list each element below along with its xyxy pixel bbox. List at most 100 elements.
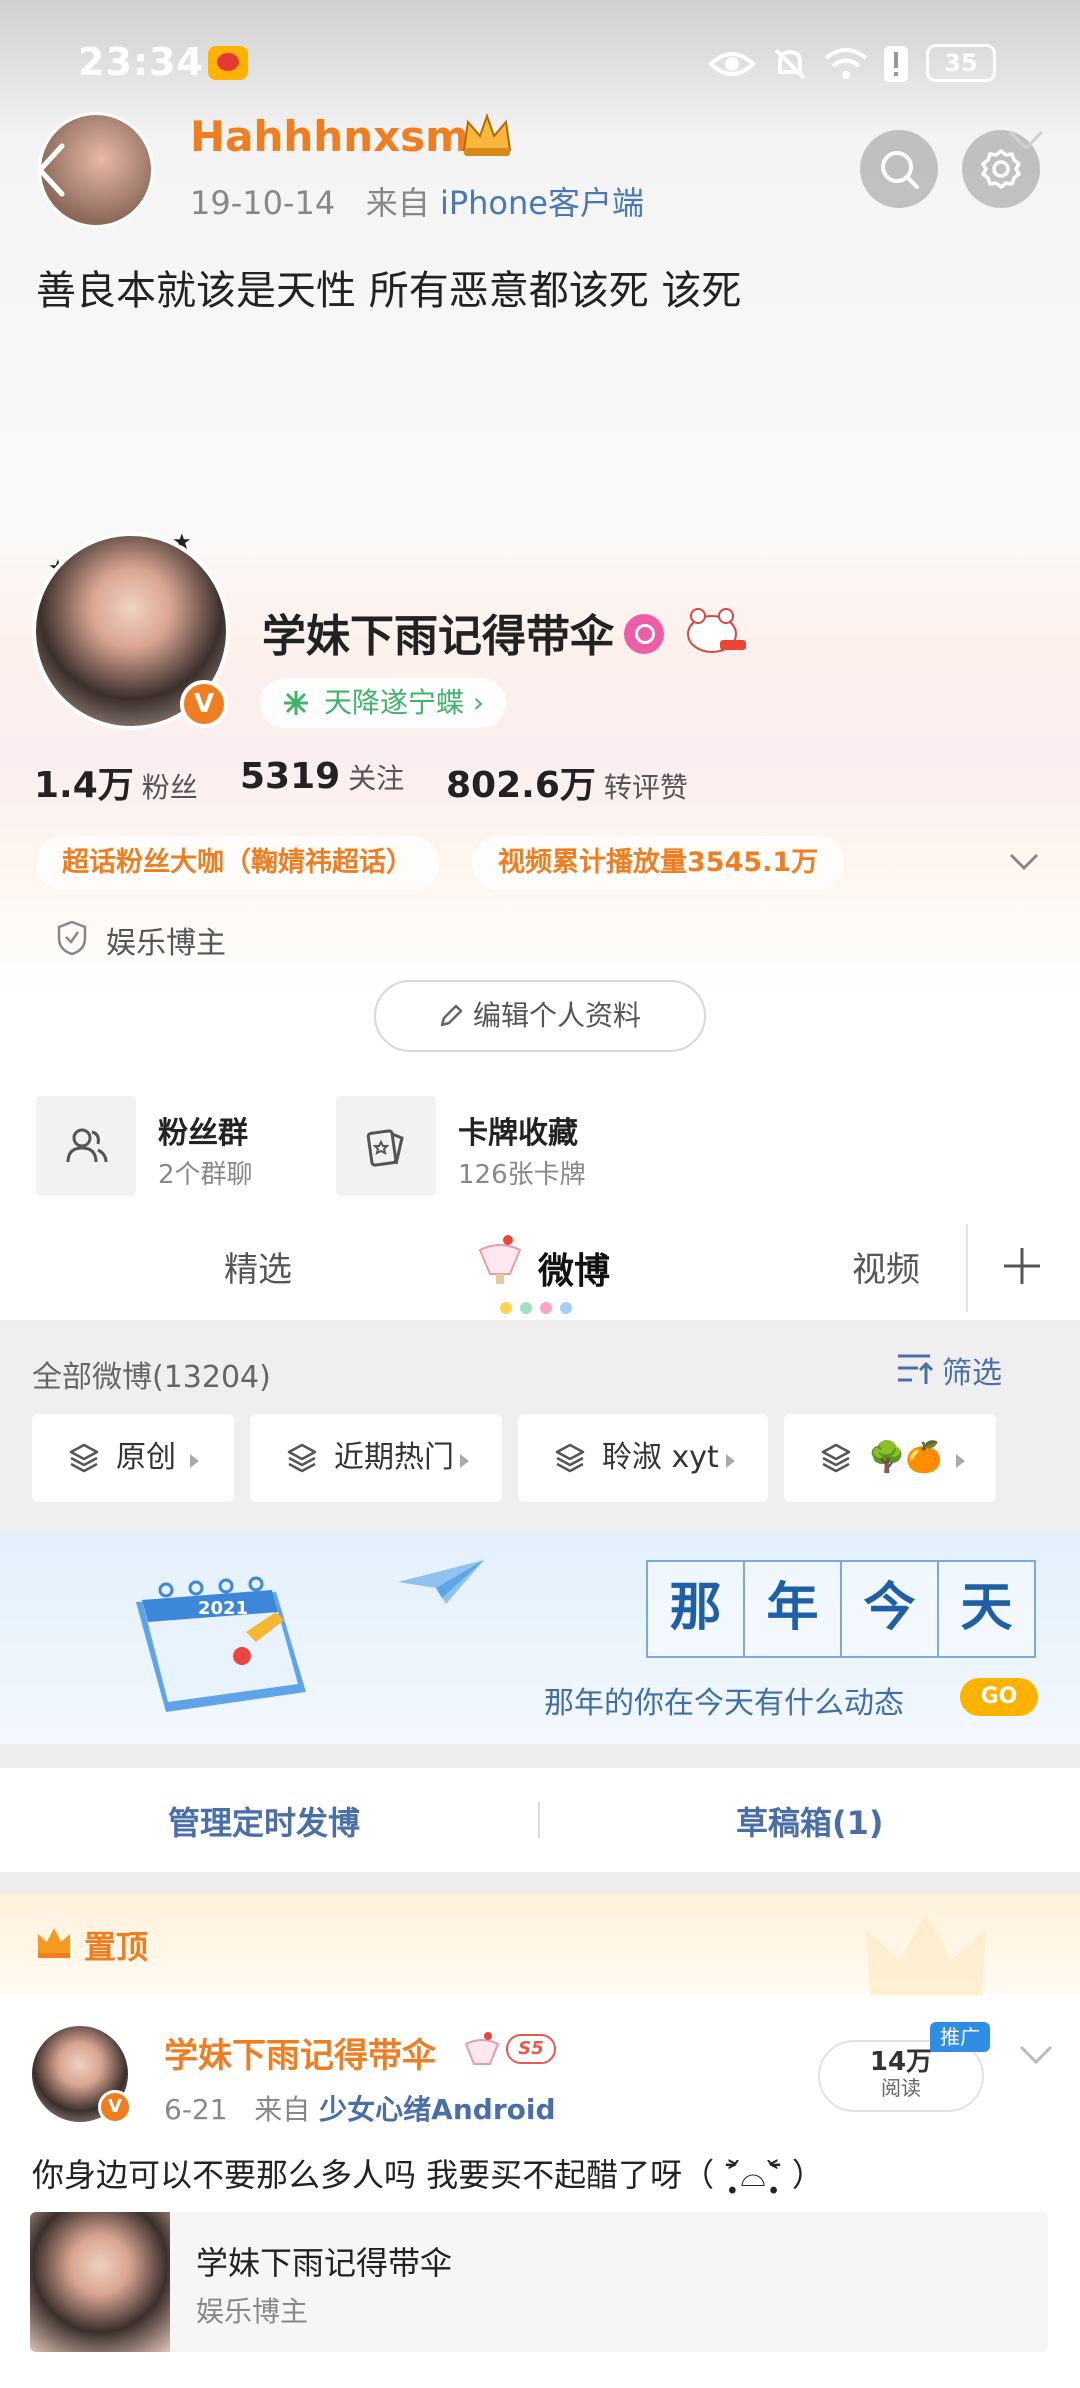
- banner-title-char: 今: [840, 1560, 939, 1658]
- profile-card-title: 学妹下雨记得带伞: [196, 2244, 453, 2282]
- profile-card[interactable]: 学妹下雨记得带伞 娱乐博主: [30, 2212, 1048, 2352]
- back-arrow-icon[interactable]: [30, 140, 70, 200]
- title-badge-label: 天降遂宁蝶 ›: [324, 686, 485, 719]
- tab-weibo[interactable]: 微博: [538, 1242, 610, 1294]
- profile-card-subtitle: 娱乐博主: [196, 2295, 309, 2328]
- calendar-icon: 2021: [136, 1576, 306, 1712]
- chip-group-xyt[interactable]: 聆淑 xyt: [518, 1414, 768, 1502]
- pinned-post-text: 你身边可以不要那么多人吗 我要买不起醋了呀（ ˃̣̣̥᷄⌓˂̣̣̥᷅ ）: [32, 2156, 824, 2194]
- search-icon: [881, 151, 919, 189]
- banner-title-char: 天: [937, 1560, 1036, 1658]
- banner-title-char: 那: [646, 1560, 745, 1658]
- category-line: 娱乐博主: [56, 918, 226, 962]
- title-badge[interactable]: 天降遂宁蝶 ›: [260, 678, 507, 728]
- paper-plane-icon: [398, 1560, 484, 1604]
- drafts-button[interactable]: 草稿箱(1): [736, 1798, 884, 1844]
- layers-icon: [555, 1443, 585, 1473]
- banner-title: 那 年 今 天: [646, 1560, 1036, 1658]
- promote-badge[interactable]: 推广: [930, 2022, 990, 2052]
- tag-video-plays[interactable]: 视频累计播放量3545.1万: [472, 836, 845, 890]
- profile-tabs: 精选 微博 视频: [0, 1212, 1080, 1322]
- edit-profile-button[interactable]: 编辑个人资料: [374, 980, 706, 1052]
- stat-label: 关注: [348, 762, 405, 795]
- pinned-post[interactable]: 置顶 V 学妹下雨记得带伞 S5 6-21 来自 少女心绪Android 14万…: [0, 1894, 1080, 2388]
- chip-label: 聆淑 xyt: [602, 1440, 719, 1475]
- chip-emoji-group[interactable]: 🌳🍊: [784, 1414, 996, 1502]
- pinned-label: 置顶: [84, 1928, 149, 1966]
- weibo-notification-icon: [208, 46, 248, 80]
- poster-meta: 19-10-14 来自 iPhone客户端: [190, 178, 644, 224]
- all-posts-count: 全部微博(13204): [32, 1360, 271, 1395]
- profile-name: 学妹下雨记得带伞: [262, 611, 614, 662]
- chip-recent-hot[interactable]: 近期热门: [250, 1414, 502, 1502]
- chip-label: 原创: [116, 1440, 176, 1475]
- post-source[interactable]: 少女心绪Android: [319, 2093, 555, 2126]
- battery-indicator: 35: [926, 44, 996, 82]
- pin-crown-icon: [38, 1928, 70, 1958]
- post-date: 6-21: [164, 2093, 228, 2126]
- post-text: 善良本就该是天性 所有恶意都该死 该死: [36, 268, 742, 314]
- post-author-name[interactable]: 学妹下雨记得带伞: [164, 2028, 436, 2077]
- tab-separator: [966, 1224, 968, 1312]
- post-from-label: 来自: [254, 2093, 311, 2126]
- poster-from-label: 来自: [365, 184, 430, 222]
- stat-value: 1.4万: [34, 765, 134, 806]
- status-time: 23:34: [78, 40, 204, 84]
- vip-crown-icon: [462, 112, 512, 156]
- level-badge: S5: [506, 2034, 556, 2064]
- post-meta: 6-21 来自 少女心绪Android: [164, 2088, 556, 2128]
- fan-group-title: 粉丝群: [158, 1116, 248, 1151]
- wifi-icon: [824, 48, 868, 79]
- filter-label: 筛选: [942, 1356, 1002, 1391]
- layers-icon: [821, 1443, 851, 1473]
- expand-chevron-icon[interactable]: [1008, 852, 1040, 872]
- poster-username[interactable]: Hahhhnxsm: [190, 112, 469, 161]
- read-count-label: 阅读: [881, 2076, 921, 2100]
- alert-icon: [884, 46, 908, 82]
- stat-likes[interactable]: 802.6万 转评赞: [446, 756, 688, 808]
- filter-button[interactable]: 筛选: [898, 1348, 1002, 1392]
- sticker-decoration-icon: [687, 608, 746, 653]
- crown-watermark-icon: [866, 1914, 986, 1996]
- chip-label: 🌳🍊: [868, 1440, 943, 1475]
- card-collection-icon-box: [336, 1096, 436, 1196]
- layers-icon: [287, 1443, 317, 1473]
- chip-label: 近期热门: [334, 1440, 454, 1475]
- on-this-day-banner[interactable]: 2021 那 年 今 天 那年的你在今天有什么动态 GO: [0, 1532, 1080, 1744]
- card-icon: [366, 1129, 404, 1167]
- chevron-down-icon[interactable]: [1018, 2044, 1054, 2066]
- banner-title-char: 年: [743, 1560, 842, 1658]
- chip-arrow: [726, 1454, 735, 1468]
- tag-super-fan[interactable]: 超话粉丝大咖（鞠婧祎超话）: [36, 836, 439, 890]
- banner-go-button[interactable]: GO: [960, 1678, 1038, 1716]
- stat-value: 5319: [240, 756, 341, 797]
- chevron-down-icon[interactable]: [1006, 128, 1046, 152]
- profile-card-thumbnail: [30, 2212, 170, 2352]
- plus-icon[interactable]: [1000, 1244, 1044, 1288]
- stat-following[interactable]: 5319 关注: [240, 756, 404, 797]
- chip-original[interactable]: 原创: [32, 1414, 234, 1502]
- manage-separator: [538, 1802, 540, 1838]
- tab-video[interactable]: 视频: [852, 1242, 920, 1291]
- edit-profile-label: 编辑个人资料: [472, 999, 641, 1032]
- manage-row: 管理定时发博 草稿箱(1): [0, 1768, 1080, 1872]
- tab-featured[interactable]: 精选: [224, 1242, 292, 1291]
- people-icon: [66, 1128, 108, 1163]
- tab-indicator-dots: [500, 1302, 572, 1314]
- ice-cream-badge-icon: [464, 2032, 500, 2065]
- status-bar: 23:34 35: [0, 40, 1080, 90]
- scheduled-posts-button[interactable]: 管理定时发博: [168, 1798, 360, 1844]
- stat-followers[interactable]: 1.4万 粉丝: [34, 756, 198, 808]
- leaf-icon: [284, 691, 308, 715]
- category-label: 娱乐博主: [106, 926, 226, 961]
- poster-source[interactable]: iPhone客户端: [440, 184, 644, 222]
- super-topic-icon[interactable]: [624, 614, 664, 654]
- poster-date: 19-10-14: [190, 184, 336, 222]
- chip-arrow: [460, 1454, 469, 1468]
- stat-label: 粉丝: [141, 771, 198, 804]
- verified-badge: V: [180, 680, 228, 728]
- chip-arrow: [190, 1454, 199, 1468]
- fan-group-icon-box: [36, 1096, 136, 1196]
- fan-group-subtitle: 2个群聊: [158, 1160, 253, 1190]
- search-button[interactable]: [860, 130, 938, 208]
